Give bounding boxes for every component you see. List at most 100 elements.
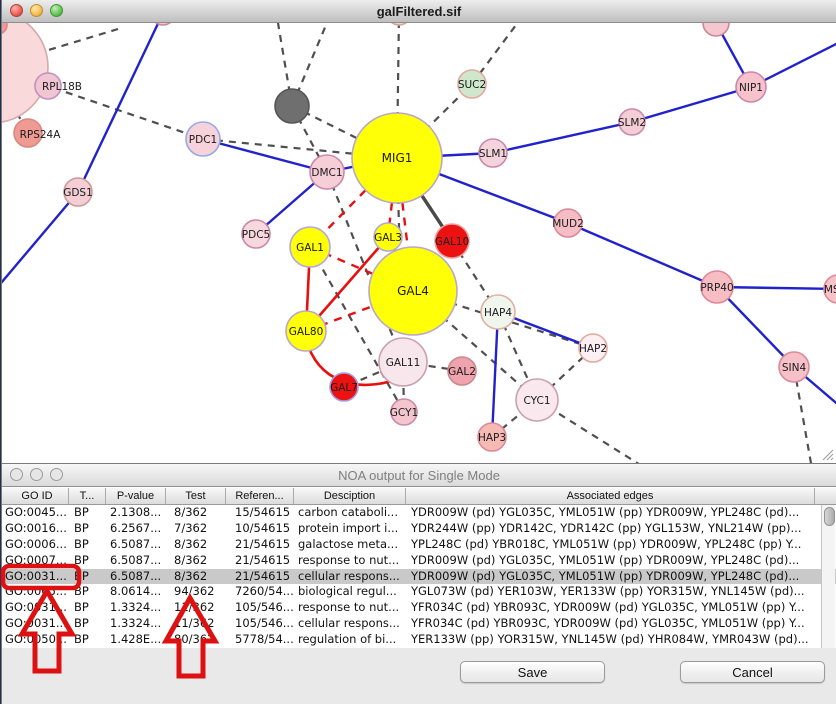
noa-window-titlebar[interactable]: NOA output for Single Mode — [2, 464, 836, 487]
table-row[interactable]: GO:0065...BP8.0614...94/3627260/54...bio… — [2, 584, 836, 600]
cell: 21/54615 — [226, 569, 294, 585]
node-label-GAL11: GAL11 — [386, 357, 421, 369]
node-label-MUD2: MUD2 — [552, 218, 584, 230]
save-button[interactable]: Save — [460, 661, 605, 683]
cell: GO:0016... — [2, 521, 69, 537]
cell: YDR009W (pd) YGL035C, YML051W (pp) YDR00… — [406, 569, 815, 585]
traffic-lights — [10, 468, 63, 481]
close-button[interactable] — [10, 4, 23, 17]
node-cut3[interactable] — [703, 23, 729, 36]
node-cut1[interactable] — [151, 23, 175, 25]
edge — [632, 87, 751, 122]
node-label-MSL1: MSL1 — [824, 284, 836, 296]
column-header-referen[interactable]: Referen... — [226, 488, 294, 504]
cell: BP — [69, 505, 106, 521]
graph-window: galFiltered.sif RPL18BRPS24AGDS1PDC1DMC1… — [2, 0, 836, 462]
column-header-goid[interactable]: GO ID — [2, 488, 69, 504]
node-label-PDC1: PDC1 — [189, 134, 217, 146]
edge — [203, 139, 327, 172]
cell: 7260/54... — [226, 584, 294, 600]
cancel-button[interactable]: Cancel — [680, 661, 825, 683]
cell: 1.3324... — [106, 616, 166, 632]
scrollbar-thumb[interactable] — [824, 507, 835, 526]
cell: 6.5087... — [106, 569, 166, 585]
edge — [568, 223, 717, 287]
table-row[interactable]: GO:0045...BP2.1308...8/36215/54615carbon… — [2, 505, 836, 521]
cell: 1.428E... — [106, 632, 166, 648]
minimize-button[interactable] — [30, 4, 43, 17]
column-header-test[interactable]: Test — [166, 488, 226, 504]
cell: 21/54615 — [226, 537, 294, 553]
results-table: GO IDT...P-valueTestReferen...Desciption… — [2, 487, 836, 648]
cell: BP — [69, 600, 106, 616]
node-label-GAL10: GAL10 — [435, 236, 470, 248]
column-header-pvalue[interactable]: P-value — [106, 488, 166, 504]
cell: protein import i... — [294, 521, 406, 537]
network-canvas[interactable]: RPL18BRPS24AGDS1PDC1DMC1MIG1SUC2SLM1SLM2… — [2, 23, 836, 463]
cell: BP — [69, 584, 106, 600]
table-row[interactable]: GO:0016...BP6.2567...7/36210/54615protei… — [2, 521, 836, 537]
cell: BP — [69, 632, 106, 648]
node-cut2[interactable] — [387, 23, 411, 25]
node-label-GCY1: GCY1 — [390, 407, 418, 419]
node-label-SUC2: SUC2 — [458, 79, 486, 91]
cell: cellular respons... — [294, 569, 406, 585]
cell: GO:0031... — [2, 569, 69, 585]
node-label-RPS24A: RPS24A — [20, 129, 62, 141]
cell: GO:0045... — [2, 505, 69, 521]
cell: BP — [69, 569, 106, 585]
zoom-button[interactable] — [50, 468, 63, 481]
node-label-GAL7: GAL7 — [330, 382, 358, 394]
node-label-SIN4: SIN4 — [782, 362, 807, 374]
table-row[interactable]: GO:0050...BP1.428E...80/3625778/54...reg… — [2, 632, 836, 648]
cell: BP — [69, 521, 106, 537]
table-row[interactable]: GO:0006...BP6.5087...8/36221/54615galact… — [2, 537, 836, 553]
cell: BP — [69, 553, 106, 569]
cell: YDR009W (pd) YGL035C, YML051W (pp) YDR00… — [406, 553, 815, 569]
close-button[interactable] — [10, 468, 23, 481]
noa-output-window: NOA output for Single Mode GO IDT...P-va… — [2, 464, 836, 704]
node-label-HAP3: HAP3 — [478, 432, 506, 444]
zoom-button[interactable] — [50, 4, 63, 17]
cell: GO:0050... — [2, 632, 69, 648]
cell: regulation of bi... — [294, 632, 406, 648]
table-body: GO:0045...BP2.1308...8/36215/54615carbon… — [2, 505, 836, 648]
cell: YFR034C (pd) YBR093C, YDR009W (pd) YGL03… — [406, 600, 815, 616]
cell: YDR244W (pp) YDR142C, YDR142C (pp) YGL15… — [406, 521, 815, 537]
resize-grip[interactable] — [822, 449, 834, 461]
node-label-GDS1: GDS1 — [63, 187, 93, 199]
noa-window-title: NOA output for Single Mode — [338, 468, 500, 483]
edge — [78, 23, 163, 192]
cell: GO:0007... — [2, 553, 69, 569]
column-header-t[interactable]: T... — [69, 488, 106, 504]
node-darknode[interactable] — [275, 89, 309, 123]
table-row[interactable]: GO:0007...BP6.5087...8/36221/54615respon… — [2, 553, 836, 569]
cell: GO:0006... — [2, 537, 69, 553]
table-row[interactable]: GO:0031...BP1.3324...11/362105/546...res… — [2, 600, 836, 616]
column-header-desciption[interactable]: Desciption — [294, 488, 406, 504]
table-row[interactable]: GO:0031...BP1.3324...11/362105/546...cel… — [2, 616, 836, 632]
table-row[interactable]: GO:0031...BP6.5087...8/36221/54615cellul… — [2, 569, 836, 585]
node-label-PDC5: PDC5 — [242, 229, 270, 241]
column-header-associatededges[interactable]: Associated edges — [406, 488, 815, 504]
cell: carbon cataboli... — [294, 505, 406, 521]
cell: galactose meta... — [294, 537, 406, 553]
cell: 8/362 — [166, 537, 226, 553]
cell: GO:0031... — [2, 616, 69, 632]
cell: 7/362 — [166, 521, 226, 537]
cell: 10/54615 — [226, 521, 294, 537]
minimize-button[interactable] — [30, 468, 43, 481]
cell: response to nut... — [294, 553, 406, 569]
cell: 94/362 — [166, 584, 226, 600]
rows-container: GO:0045...BP2.1308...8/36215/54615carbon… — [2, 505, 836, 648]
node-label-GAL80: GAL80 — [289, 326, 324, 338]
cell: 11/362 — [166, 616, 226, 632]
node-bignode[interactable] — [2, 23, 48, 123]
cell: 6.5087... — [106, 537, 166, 553]
graph-window-titlebar[interactable]: galFiltered.sif — [2, 0, 836, 23]
cell: cellular respons... — [294, 616, 406, 632]
vertical-scrollbar[interactable] — [821, 505, 835, 648]
node-label-MIG1: MIG1 — [382, 151, 413, 165]
cell: YGL073W (pd) YER103W, YER133W (pp) YOR31… — [406, 584, 815, 600]
node-label-GAL4: GAL4 — [397, 284, 429, 298]
